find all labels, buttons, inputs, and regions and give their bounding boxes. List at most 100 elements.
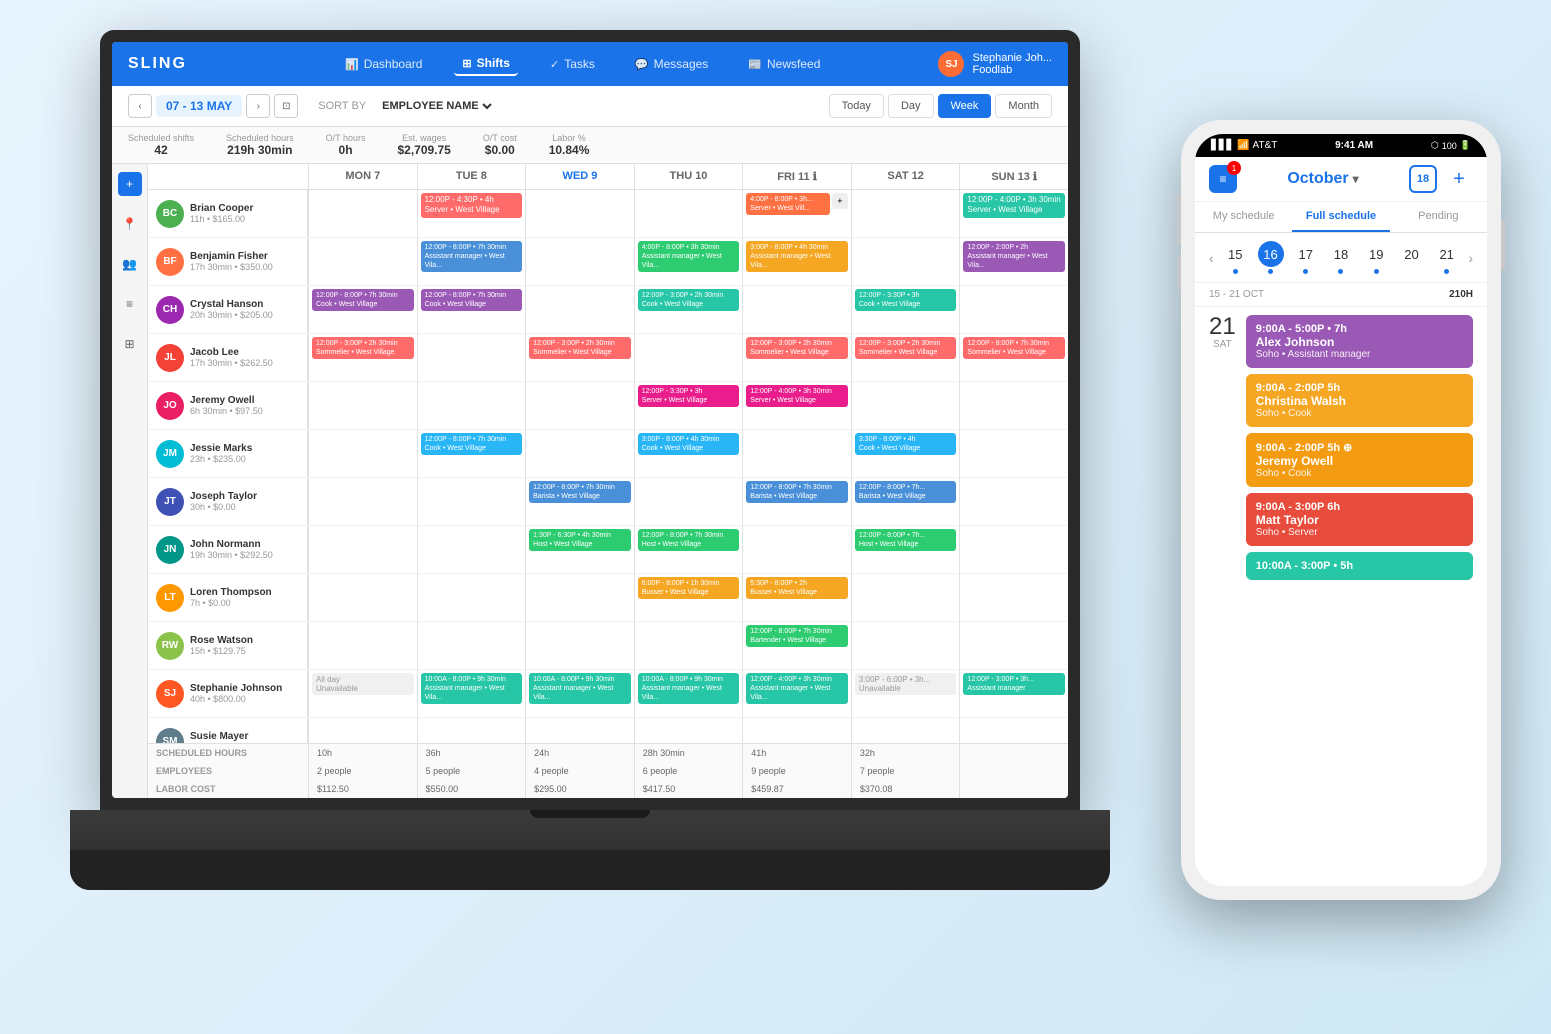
tab-pending[interactable]: Pending <box>1390 202 1487 232</box>
avatar: BF <box>156 248 184 276</box>
next-week-arrow[interactable]: › <box>1464 250 1477 266</box>
list-item[interactable]: 9:00A - 2:00P 5h Christina Walsh Soho • … <box>1246 374 1473 427</box>
emp-name: Stephanie Johnson <box>190 683 299 694</box>
shift-block[interactable]: 12:00P - 8:00P • 7h 30minCook • West Vil… <box>421 433 523 455</box>
shift-block[interactable]: 12:00P - 2:00P • 2hAssistant manager • W… <box>963 241 1065 272</box>
shift-block[interactable]: 12:00P - 4:30P • 4hServer • West Village <box>421 193 523 218</box>
month-view-button[interactable]: Month <box>995 94 1052 118</box>
week-day-17[interactable]: 17 <box>1293 241 1319 274</box>
shift-block[interactable]: 12:00P - 3:00P • 2h 30minCook • West Vil… <box>638 289 740 311</box>
add-employee-button[interactable]: + <box>118 172 142 196</box>
stat-ot-hours: O/T hours 0h <box>326 133 366 157</box>
list-item[interactable]: 9:00A - 5:00P • 7h Alex Johnson Soho • A… <box>1246 315 1473 368</box>
shift-block[interactable]: 3:00P - 8:00P • 4h 30minAssistant manage… <box>746 241 848 272</box>
calendar-icon[interactable]: 18 <box>1409 165 1437 193</box>
nav-messages[interactable]: 💬 Messages <box>627 53 716 75</box>
shift-block[interactable]: 12:00P - 8:00P • 7h 30minCook • West Vil… <box>421 289 523 311</box>
week-view-button[interactable]: Week <box>938 94 992 118</box>
shift-block[interactable]: 6:00P - 8:00P • 1h 30minBusser • West Vi… <box>638 577 740 599</box>
filter-button[interactable]: ≡ 1 <box>1209 165 1237 193</box>
week-day-19[interactable]: 19 <box>1363 241 1389 274</box>
shift-block[interactable]: 12:00P - 3:00P • 3h...Assistant manager <box>963 673 1065 695</box>
day-view-button[interactable]: Day <box>888 94 934 118</box>
list-item[interactable]: 10:00A - 3:00P • 5h <box>1246 552 1473 580</box>
shift-block[interactable]: 4:00P - 8:00P • 3h...Server • West Vill.… <box>746 193 830 215</box>
shift-block[interactable]: 12:00P - 8:00P • 7h...Barista • West Vil… <box>855 481 957 503</box>
avatar: JL <box>156 344 184 372</box>
shift-block[interactable]: 12:00P - 3:30P • 3hCook • West Village <box>855 289 957 311</box>
shift-block[interactable]: 12:00P - 4:00P • 3h 30minServer • West V… <box>963 193 1065 218</box>
phone-header-right: 18 + <box>1409 165 1473 193</box>
shift-block[interactable]: 12:00P - 8:00P • 7h 30minBartender • Wes… <box>746 625 848 647</box>
shift-block[interactable]: 12:00P - 4:00P • 3h 30minAssistant manag… <box>746 673 848 704</box>
week-day-16[interactable]: 16 <box>1258 241 1284 274</box>
shift-block[interactable]: 12:00P - 8:00P • 7h 30minCook • West Vil… <box>312 289 414 311</box>
shift-block[interactable]: 12:00P - 3:00P • 2h 30minSommelier • Wes… <box>312 337 414 359</box>
footer-stats: SCHEDULED HOURS 10h 36h 24h 28h 30min 41… <box>148 743 1068 798</box>
shift-block[interactable]: 3:00P - 8:00P • 4h 30minCook • West Vill… <box>638 433 740 455</box>
week-day-18[interactable]: 18 <box>1328 241 1354 274</box>
sort-select[interactable]: EMPLOYEE NAME <box>378 99 495 113</box>
nav-newsfeed[interactable]: 📰 Newsfeed <box>740 53 828 75</box>
shift-block[interactable]: 12:00P - 3:00P • 2h 30minSommelier • Wes… <box>746 337 848 359</box>
shift-block[interactable]: 12:00P - 8:00P • 7h 30minSommelier • Wes… <box>963 337 1065 359</box>
month-selector[interactable]: October ▾ <box>1287 170 1358 188</box>
shift-cell-mon <box>308 430 417 477</box>
shift-block[interactable]: 12:00P - 3:00P • 2h 30minSommelier • Wes… <box>855 337 957 359</box>
shift-block[interactable]: 10:00A - 8:00P • 9h 30minAssistant manag… <box>421 673 523 704</box>
next-week-button[interactable]: › <box>246 94 270 118</box>
shift-cell-thu: 10:00A - 8:00P • 9h 30minAssistant manag… <box>634 670 743 717</box>
nav-shifts[interactable]: ⊞ Shifts <box>454 52 518 76</box>
add-shift-button[interactable]: + <box>832 193 848 209</box>
prev-week-button[interactable]: ‹ <box>128 94 152 118</box>
shift-block[interactable]: 4:00P - 8:00P • 3h 30minAssistant manage… <box>638 241 740 272</box>
phone-volume-up-button[interactable] <box>1177 210 1181 245</box>
week-day-15[interactable]: 15 <box>1222 241 1248 274</box>
shift-block[interactable]: 10:00A - 8:00P • 9h 30minAssistant manag… <box>529 673 631 704</box>
footer-cell: $550.00 <box>417 780 526 798</box>
calendar-view-button[interactable]: ⊡ <box>274 94 298 118</box>
shift-block[interactable]: 12:00P - 8:00P • 7h...Host • West Villag… <box>855 529 957 551</box>
shift-cell-mon: 12:00P - 8:00P • 7h 30minCook • West Vil… <box>308 286 417 333</box>
add-button[interactable]: + <box>1445 165 1473 193</box>
location-icon[interactable]: 📍 <box>118 212 142 236</box>
shift-block[interactable]: 12:00P - 8:00P • 7h 30minBarista • West … <box>529 481 631 503</box>
day-shifts: 9:00A - 5:00P • 7h Alex Johnson Soho • A… <box>1246 315 1473 580</box>
filter-icon[interactable]: ⊞ <box>118 332 142 356</box>
shift-block[interactable]: 3:30P - 8:00P • 4hCook • West Village <box>855 433 957 455</box>
phone-volume-down-button[interactable] <box>1177 255 1181 290</box>
nav-tasks[interactable]: ✓ Tasks <box>542 53 603 75</box>
footer-label-cost: LABOR COST <box>148 780 308 798</box>
shift-cell-thu <box>634 190 743 237</box>
dashboard-icon: 📊 <box>345 58 359 71</box>
tab-my-schedule[interactable]: My schedule <box>1195 202 1292 232</box>
list-icon[interactable]: ≡ <box>118 292 142 316</box>
shift-block[interactable]: 12:00P - 8:00P • 7h 30minBarista • West … <box>746 481 848 503</box>
user-menu[interactable]: SJ Stephanie Joh... Foodlab <box>938 51 1052 77</box>
shift-block[interactable]: 12:00P - 8:00P • 7h 30minAssistant manag… <box>421 241 523 272</box>
list-item[interactable]: 9:00A - 3:00P 6h Matt Taylor Soho • Serv… <box>1246 493 1473 546</box>
day-number: 21 <box>1209 315 1236 339</box>
prev-week-arrow[interactable]: ‹ <box>1205 250 1218 266</box>
shift-block[interactable]: 12:00P - 4:00P • 3h 30minServer • West V… <box>746 385 848 407</box>
nav-dashboard[interactable]: 📊 Dashboard <box>337 53 430 75</box>
shift-cell-sat <box>851 574 960 621</box>
tab-full-schedule[interactable]: Full schedule <box>1292 202 1389 232</box>
people-icon[interactable]: 👥 <box>118 252 142 276</box>
emp-name: John Normann <box>190 539 299 550</box>
user-avatar: SJ <box>938 51 964 77</box>
newsfeed-icon: 📰 <box>748 58 762 71</box>
shift-block[interactable]: 12:00P - 3:30P • 3hServer • West Village <box>638 385 740 407</box>
shift-block[interactable]: 12:00P - 3:00P • 2h 30minSommelier • Wes… <box>529 337 631 359</box>
shift-block[interactable]: 5:30P - 8:00P • 2hBusser • West Village <box>746 577 848 599</box>
shift-block[interactable]: 1:30P - 6:30P • 4h 30minHost • West Vill… <box>529 529 631 551</box>
shift-block[interactable]: 10:00A - 8:00P • 9h 30minAssistant manag… <box>638 673 740 704</box>
shift-block[interactable]: 12:00P - 8:00P • 7h 30minHost • West Vil… <box>638 529 740 551</box>
today-button[interactable]: Today <box>829 94 884 118</box>
week-day-20[interactable]: 20 <box>1398 241 1424 274</box>
emp-details: Jessie Marks 23h • $235.00 <box>190 443 299 464</box>
week-day-21[interactable]: 21 <box>1434 241 1460 274</box>
phone-power-button[interactable] <box>1501 220 1505 270</box>
list-item[interactable]: 9:00A - 2:00P 5h ⊕ Jeremy Owell Soho • C… <box>1246 433 1473 487</box>
table-row: BC Brian Cooper 11h • $165.00 12:00P - 4… <box>148 190 1068 238</box>
